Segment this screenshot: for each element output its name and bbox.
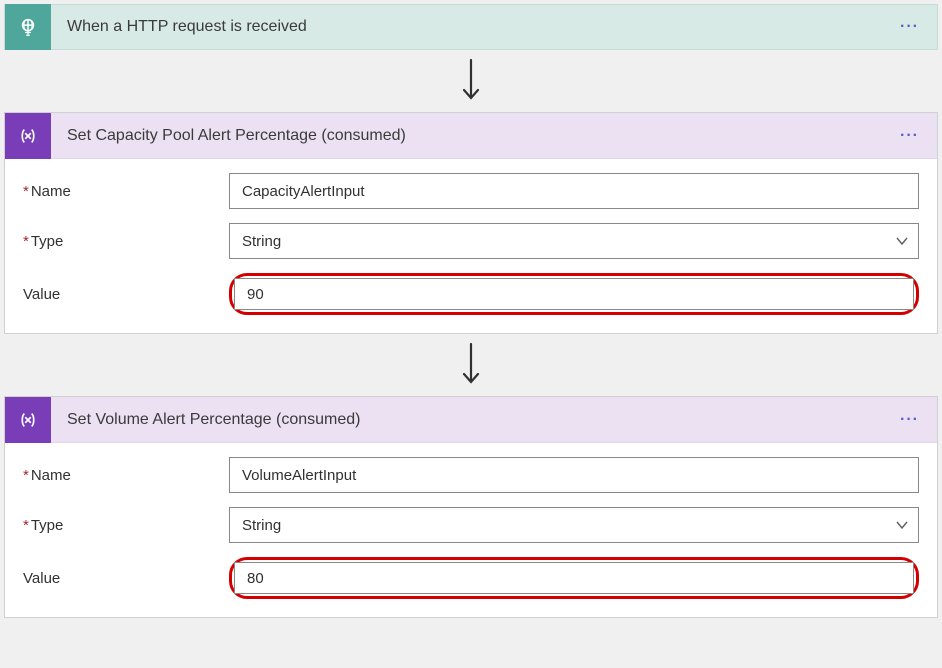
flow-arrow-icon bbox=[4, 334, 938, 396]
step1-header[interactable]: Set Capacity Pool Alert Percentage (cons… bbox=[5, 113, 937, 159]
step1-name-input[interactable] bbox=[229, 173, 919, 209]
step1-card: Set Capacity Pool Alert Percentage (cons… bbox=[4, 112, 938, 334]
step2-type-label: Type bbox=[23, 517, 229, 534]
step2-menu-button[interactable]: ··· bbox=[882, 411, 937, 429]
step2-title: Set Volume Alert Percentage (consumed) bbox=[51, 411, 882, 429]
step2-body: Name Type Value bbox=[5, 443, 937, 617]
trigger-title: When a HTTP request is received bbox=[51, 18, 882, 36]
step1-type-select[interactable] bbox=[229, 223, 919, 259]
variable-icon bbox=[5, 397, 51, 443]
http-icon bbox=[5, 4, 51, 50]
step1-value-label: Value bbox=[23, 286, 229, 303]
step2-value-input[interactable] bbox=[234, 562, 914, 594]
trigger-menu-button[interactable]: ··· bbox=[882, 18, 937, 36]
step2-value-label: Value bbox=[23, 570, 229, 587]
step1-value-highlight bbox=[229, 273, 919, 315]
step1-body: Name Type Value bbox=[5, 159, 937, 333]
step2-type-select[interactable] bbox=[229, 507, 919, 543]
step1-type-label: Type bbox=[23, 233, 229, 250]
step2-name-input[interactable] bbox=[229, 457, 919, 493]
step2-card: Set Volume Alert Percentage (consumed) ·… bbox=[4, 396, 938, 618]
step2-name-label: Name bbox=[23, 467, 229, 484]
step1-name-label: Name bbox=[23, 183, 229, 200]
step1-title: Set Capacity Pool Alert Percentage (cons… bbox=[51, 127, 882, 145]
step2-header[interactable]: Set Volume Alert Percentage (consumed) ·… bbox=[5, 397, 937, 443]
step1-value-input[interactable] bbox=[234, 278, 914, 310]
step2-value-highlight bbox=[229, 557, 919, 599]
variable-icon bbox=[5, 113, 51, 159]
flow-arrow-icon bbox=[4, 50, 938, 112]
step1-menu-button[interactable]: ··· bbox=[882, 127, 937, 145]
trigger-card-header[interactable]: When a HTTP request is received ··· bbox=[4, 4, 938, 50]
